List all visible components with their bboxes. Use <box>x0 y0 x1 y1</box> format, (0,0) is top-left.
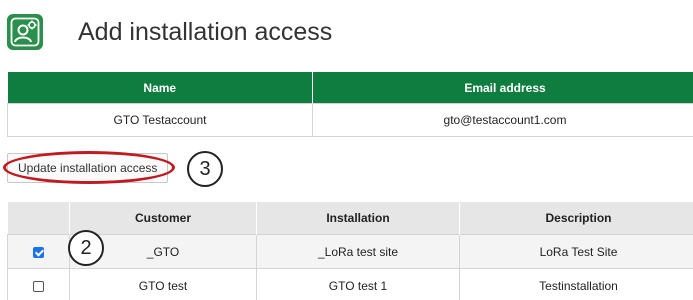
row-checkbox[interactable] <box>33 246 44 258</box>
description-cell: Testinstallation <box>459 268 693 300</box>
page: Add installation access Name Email addre… <box>0 0 693 300</box>
user-email-cell: gto@testaccount1.com <box>312 103 693 137</box>
user-table: Name Email address GTO Testaccount gto@t… <box>7 72 693 137</box>
update-installation-access-button[interactable]: Update installation access <box>7 153 169 183</box>
row-checkbox[interactable] <box>33 280 44 292</box>
installations-table: Customer Installation Description _GTO _… <box>7 202 693 300</box>
description-cell: LoRa Test Site <box>459 234 693 269</box>
column-header-email: Email address <box>312 72 693 104</box>
callout-step-3: 3 <box>187 151 223 187</box>
table-row: GTO test GTO test 1 Testinstallation <box>7 268 693 300</box>
column-header-installation: Installation <box>256 202 460 235</box>
column-header-customer: Customer <box>69 202 257 235</box>
page-title: Add installation access <box>78 18 333 46</box>
user-settings-icon <box>7 14 43 50</box>
table-row: GTO Testaccount gto@testaccount1.com <box>7 103 693 137</box>
table-row: _GTO _LoRa test site LoRa Test Site <box>7 234 693 269</box>
row-checkbox-cell <box>7 234 70 269</box>
column-header-name: Name <box>7 72 313 104</box>
customer-cell: GTO test <box>69 268 257 300</box>
column-header-select <box>7 202 70 235</box>
installation-cell: GTO test 1 <box>256 268 460 300</box>
user-name-cell: GTO Testaccount <box>7 103 313 137</box>
column-header-description: Description <box>459 202 693 235</box>
row-checkbox-cell <box>7 268 70 300</box>
callout-step-2: 2 <box>68 230 104 266</box>
installation-cell: _LoRa test site <box>256 234 460 269</box>
